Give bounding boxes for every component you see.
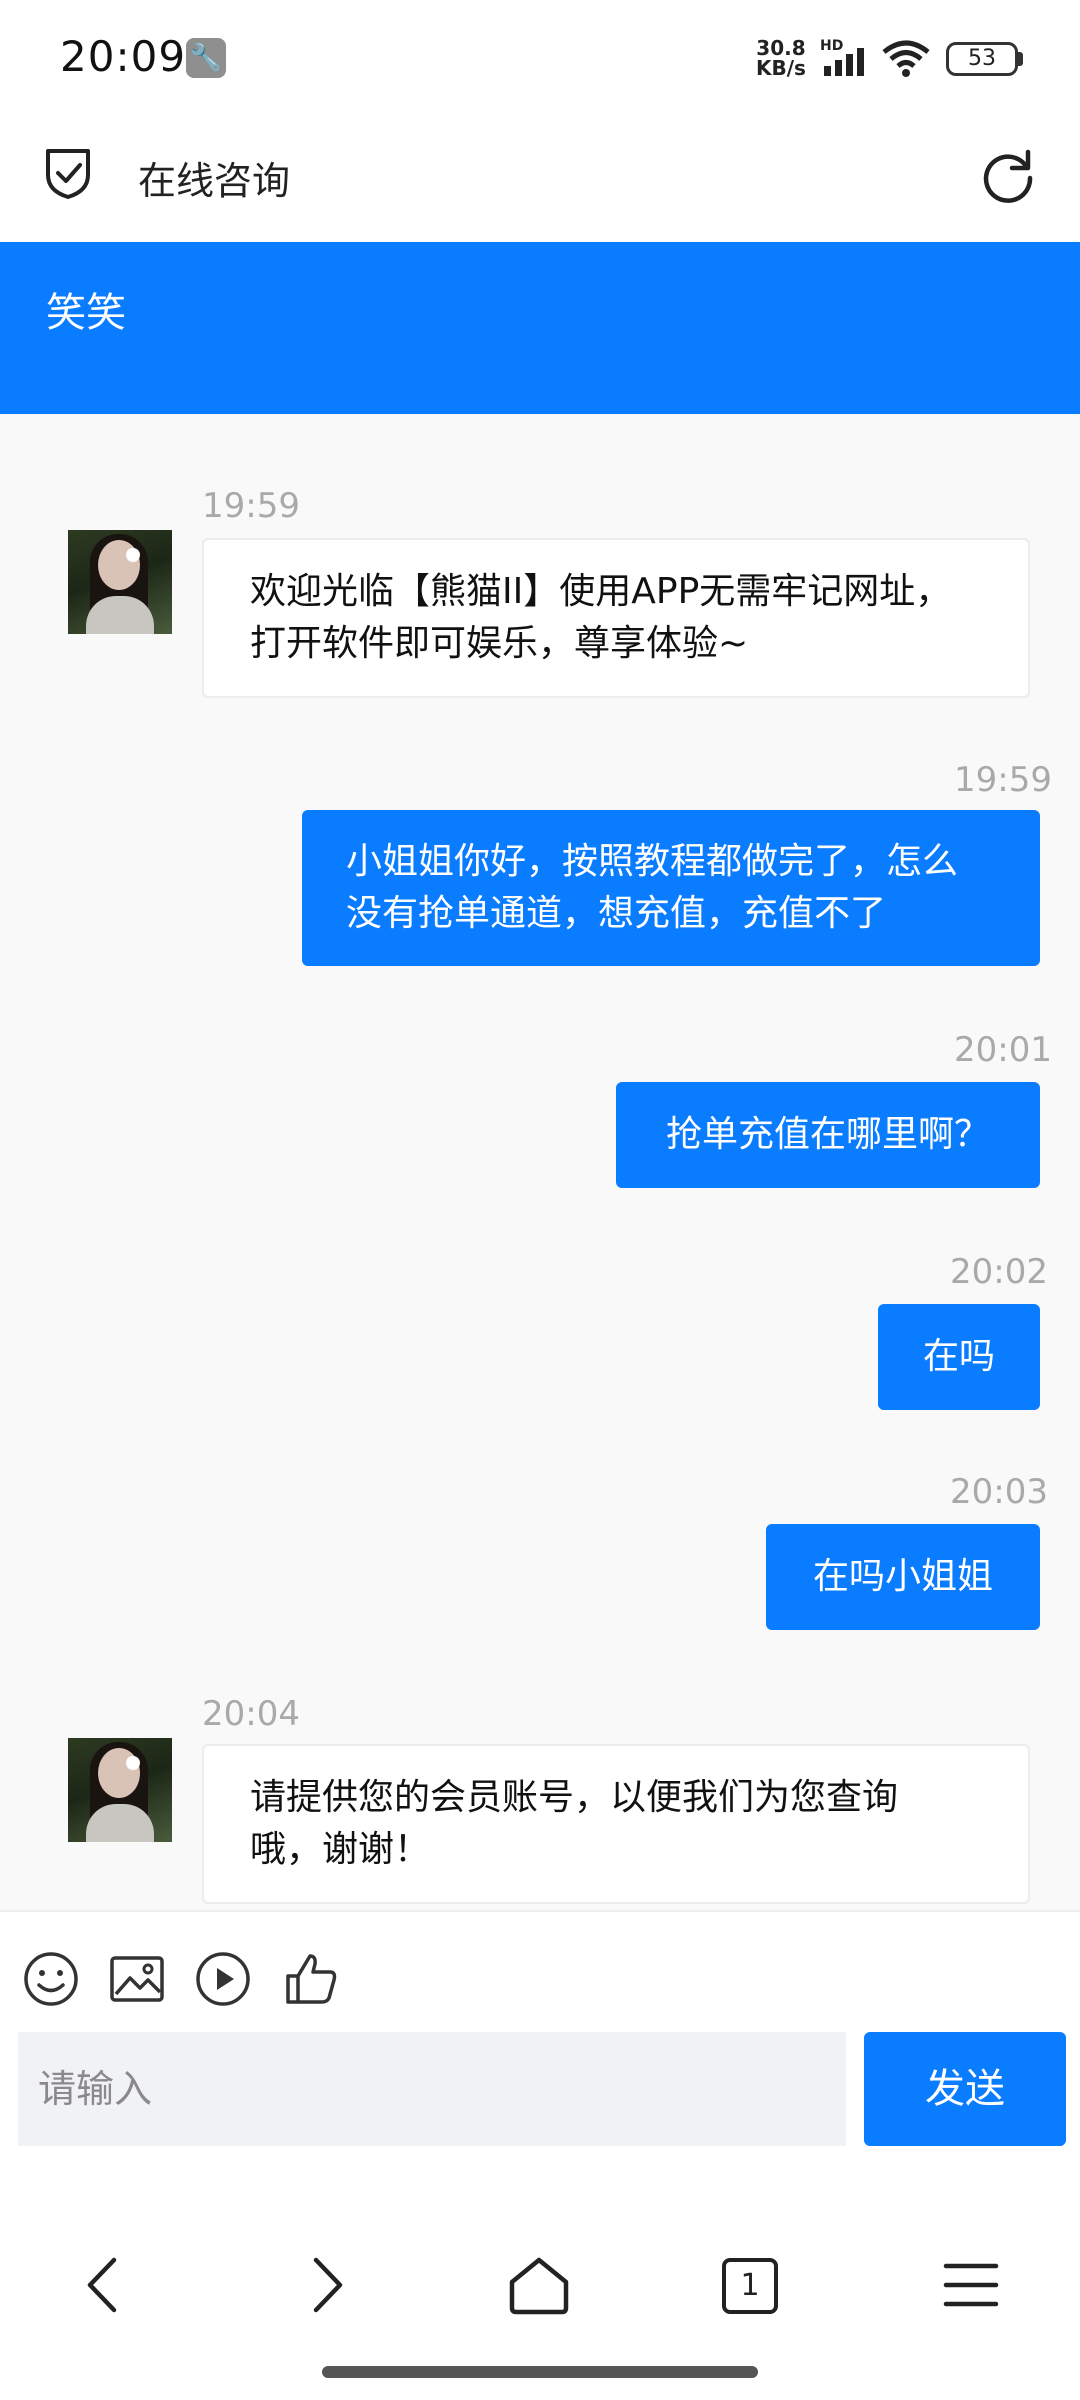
message-timestamp: 20:02 xyxy=(950,1252,1048,1292)
message-line: 哦，谢谢！ xyxy=(250,1829,431,1870)
agent-message-bubble: 欢迎光临【熊猫II】使用APP无需牢记网址， 打开软件即可娱乐，尊享体验~ xyxy=(202,538,1030,698)
forward-icon[interactable] xyxy=(288,2250,358,2320)
message-line: 在吗小姐姐 xyxy=(812,1556,993,1597)
message-line: 打开软件即可娱乐，尊享体验~ xyxy=(250,623,749,664)
back-icon[interactable] xyxy=(72,2250,142,2320)
image-icon[interactable] xyxy=(108,1950,166,2008)
user-message-bubble: 抢单充值在哪里啊？ xyxy=(616,1082,1040,1188)
thumbs-up-icon[interactable] xyxy=(282,1950,340,2008)
status-time: 20:09 xyxy=(60,32,187,81)
user-message-bubble: 小姐姐你好，按照教程都做完了，怎么 没有抢单通道，想充值，充值不了 xyxy=(302,810,1040,966)
message-line: 小姐姐你好，按照教程都做完了，怎么 xyxy=(346,841,959,882)
message-line: 欢迎光临【熊猫II】使用APP无需牢记网址， xyxy=(250,571,952,612)
home-icon[interactable] xyxy=(504,2250,574,2320)
message-input[interactable] xyxy=(18,2032,846,2146)
wifi-icon xyxy=(882,40,930,77)
agent-avatar xyxy=(68,1738,172,1842)
send-button[interactable]: 发送 xyxy=(864,2032,1066,2146)
menu-icon[interactable] xyxy=(936,2250,1006,2320)
network-speed: 30.8 KB/s xyxy=(756,38,806,78)
message-line: 没有抢单通道，想充值，充值不了 xyxy=(346,893,887,934)
message-timestamp: 19:59 xyxy=(202,486,300,526)
agent-message-bubble: 请提供您的会员账号，以便我们为您查询 哦，谢谢！ xyxy=(202,1744,1030,1904)
message-timestamp: 20:04 xyxy=(202,1694,300,1734)
message-timestamp: 20:01 xyxy=(954,1030,1052,1070)
network-speed-value: 30.8 xyxy=(756,36,806,60)
battery-icon: 53 xyxy=(946,42,1018,76)
message-line: 请提供您的会员账号，以便我们为您查询 xyxy=(250,1777,899,1818)
agent-header xyxy=(0,242,1080,414)
wrench-icon: 🔧 xyxy=(186,38,226,78)
user-message-bubble: 在吗小姐姐 xyxy=(766,1524,1040,1630)
home-indicator[interactable] xyxy=(322,2366,758,2378)
page-title: 在线咨询 xyxy=(138,159,291,203)
user-message-bubble: 在吗 xyxy=(878,1304,1040,1410)
message-line: 在吗 xyxy=(922,1336,995,1377)
agent-avatar xyxy=(68,530,172,634)
emoji-icon[interactable] xyxy=(22,1950,80,2008)
reload-icon[interactable] xyxy=(978,144,1038,204)
network-speed-unit: KB/s xyxy=(756,56,806,80)
signal-icon xyxy=(824,48,864,76)
agent-name: 笑笑 xyxy=(46,290,126,336)
message-line: 抢单充值在哪里啊？ xyxy=(665,1114,990,1155)
message-timestamp: 19:59 xyxy=(954,760,1052,800)
tabs-icon[interactable]: 1 xyxy=(722,2258,778,2314)
message-timestamp: 20:03 xyxy=(950,1472,1048,1512)
video-play-icon[interactable] xyxy=(194,1950,252,2008)
chat-area[interactable]: 19:59 欢迎光临【熊猫II】使用APP无需牢记网址， 打开软件即可娱乐，尊享… xyxy=(0,414,1080,1910)
shield-check-icon[interactable] xyxy=(40,145,96,201)
battery-tip xyxy=(1018,52,1023,66)
